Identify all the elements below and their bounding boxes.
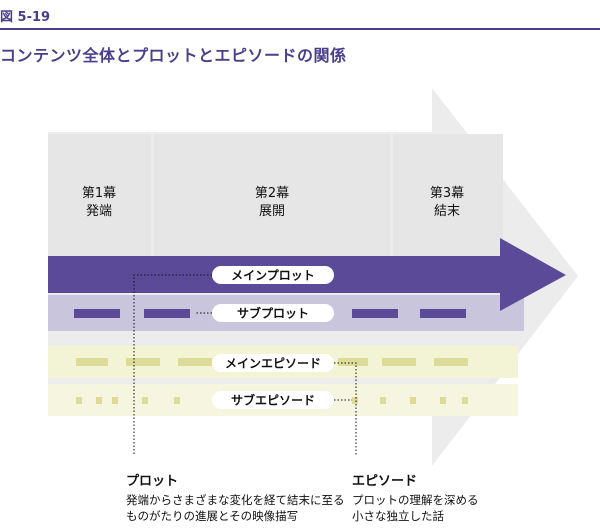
plot-note-description: 発端からさまざまな変化を経て結末に至る ものがたりの進展とその映像描写 (126, 492, 345, 524)
phase-1-number: 第1幕 (82, 186, 116, 201)
episode-note-description: プロットの理解を深める 小さな独立した話 (352, 492, 479, 524)
phase-3-number: 第3幕 (430, 186, 464, 201)
phase-3-name: 結末 (434, 204, 460, 219)
phase-1-name: 発端 (86, 204, 112, 219)
episode-note-line-2: 小さな独立した話 (352, 509, 444, 523)
episode-note-title: エピソード (352, 474, 418, 489)
plot-note-title: プロット (126, 474, 179, 489)
phase-2-number: 第2幕 (255, 186, 289, 201)
episode-note-line-1: プロットの理解を深める (352, 493, 479, 507)
relationship-diagram: 第1幕 発端 第2幕 展開 第3幕 結末 メインプロット サブプロット メインエ… (48, 88, 578, 466)
main-episode-label: メインエピソード (225, 357, 321, 371)
main-plot-label: メインプロット (231, 268, 315, 283)
phase-2-name: 展開 (259, 204, 285, 219)
sub-episode-label: サブエピソード (231, 393, 315, 408)
plot-note-line-2: ものがたりの進展とその映像描写 (126, 509, 299, 523)
sub-plot-label: サブプロット (237, 306, 309, 321)
plot-note-line-1: 発端からさまざまな変化を経て結末に至る (126, 493, 345, 507)
